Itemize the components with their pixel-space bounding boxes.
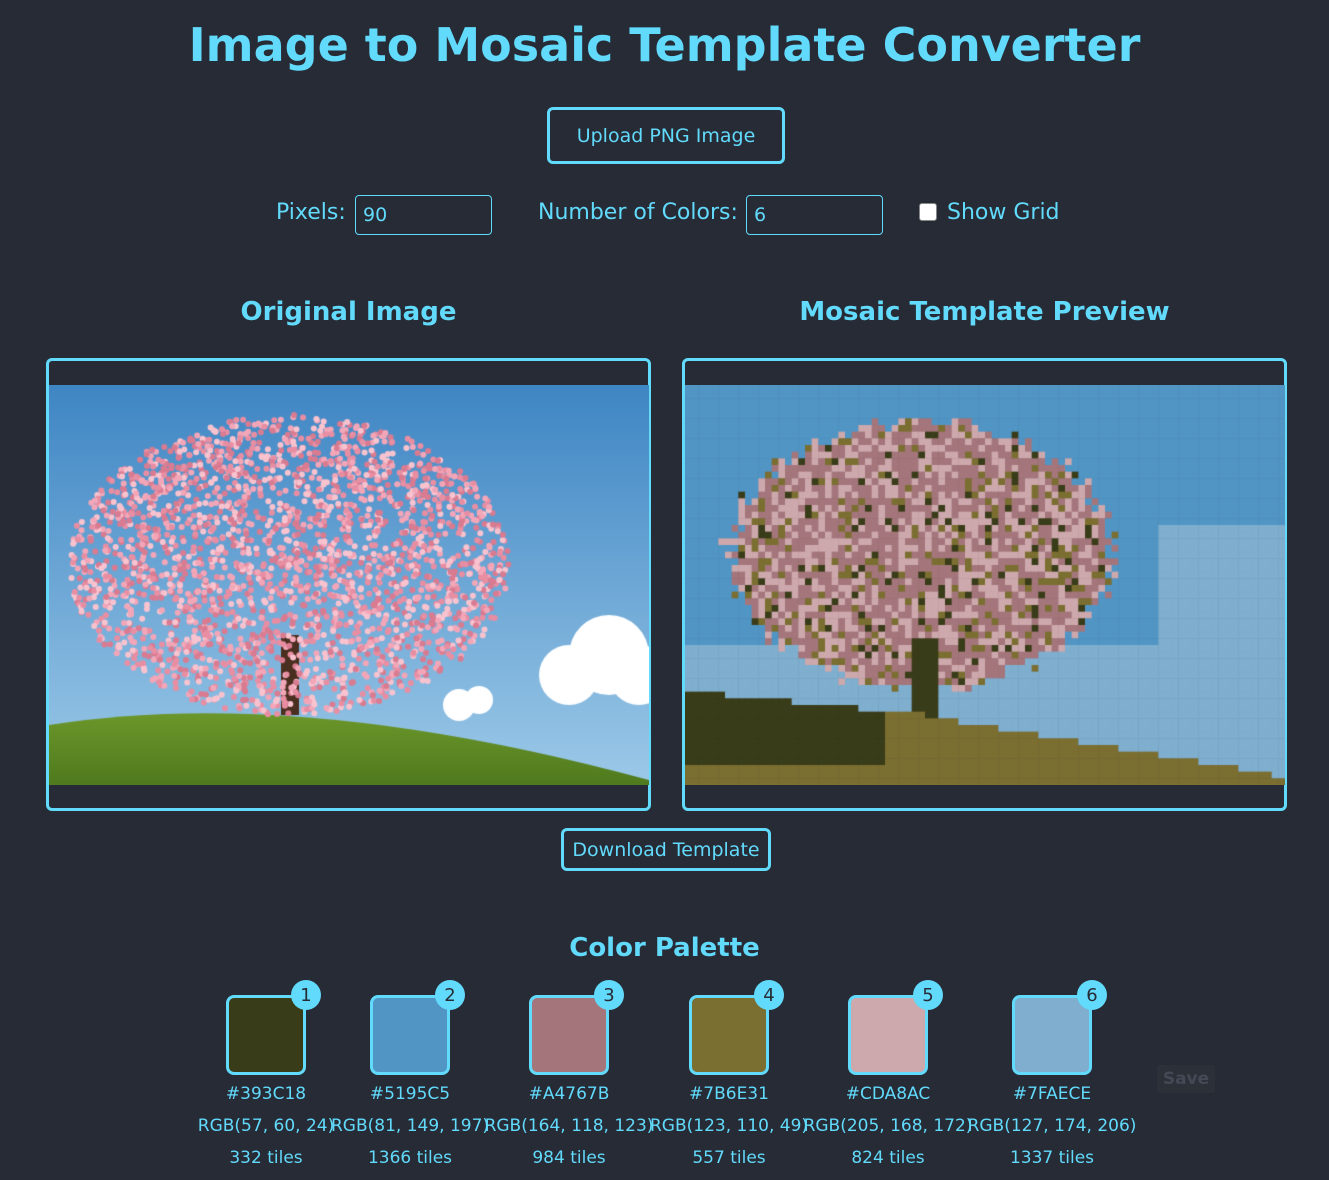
palette-rgb: RGB(164, 118, 123) — [484, 1116, 654, 1136]
palette-swatch[interactable] — [1012, 995, 1092, 1075]
mosaic-preview-panel — [682, 358, 1287, 811]
palette-tiles: 1337 tiles — [1009, 1148, 1095, 1168]
palette-index-badge: 5 — [913, 980, 943, 1010]
download-template-button[interactable]: Download Template — [561, 828, 771, 871]
pixels-label: Pixels: — [276, 200, 346, 225]
palette-heading: Color Palette — [569, 933, 760, 963]
palette-tiles: 984 tiles — [532, 1148, 606, 1168]
palette-hex: #CDA8AC — [845, 1084, 931, 1104]
palette-swatch[interactable] — [848, 995, 928, 1075]
palette-swatch[interactable] — [689, 995, 769, 1075]
palette-hex: #5195C5 — [369, 1084, 451, 1104]
preview-heading: Mosaic Template Preview — [799, 297, 1170, 327]
mosaic-preview-image — [685, 385, 1285, 785]
palette-index-badge: 2 — [435, 980, 465, 1010]
palette-tiles: 1366 tiles — [367, 1148, 453, 1168]
pixels-input[interactable] — [355, 195, 492, 235]
colors-input[interactable] — [746, 195, 883, 235]
palette-swatch[interactable] — [226, 995, 306, 1075]
palette-index-badge: 3 — [594, 980, 624, 1010]
original-heading: Original Image — [240, 297, 457, 327]
palette-hex: #7FAECE — [1012, 1084, 1092, 1104]
palette-rgb: RGB(123, 110, 49) — [649, 1116, 809, 1136]
palette-tiles: 557 tiles — [692, 1148, 766, 1168]
show-grid-label[interactable]: Show Grid — [947, 200, 1060, 225]
palette-rgb: RGB(127, 174, 206) — [967, 1116, 1137, 1136]
palette-rgb: RGB(81, 149, 197) — [330, 1116, 490, 1136]
upload-png-button[interactable]: Upload PNG Image — [547, 107, 785, 164]
show-grid-checkbox[interactable] — [919, 203, 937, 221]
original-image-panel — [46, 358, 651, 811]
save-button[interactable]: Save — [1157, 1065, 1215, 1093]
palette-rgb: RGB(205, 168, 172) — [803, 1116, 973, 1136]
palette-hex: #7B6E31 — [689, 1084, 769, 1104]
colors-label: Number of Colors: — [538, 200, 738, 225]
palette-hex: #A4767B — [528, 1084, 610, 1104]
original-image — [49, 385, 649, 785]
palette-swatch[interactable] — [529, 995, 609, 1075]
palette-index-badge: 6 — [1077, 980, 1107, 1010]
palette-index-badge: 1 — [291, 980, 321, 1010]
palette-index-badge: 4 — [754, 980, 784, 1010]
palette-tiles: 824 tiles — [851, 1148, 925, 1168]
page-title: Image to Mosaic Template Converter — [188, 18, 1141, 72]
palette-swatch[interactable] — [370, 995, 450, 1075]
